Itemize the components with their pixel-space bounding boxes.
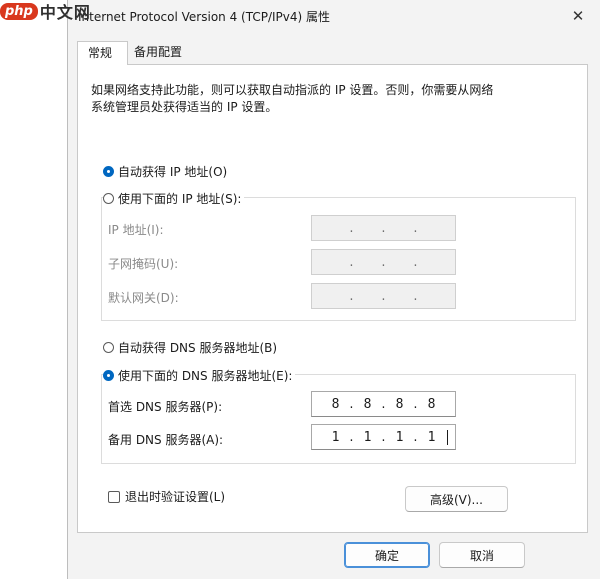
alternate-dns-input[interactable]: 1 . 1 . 1 . 1 <box>311 424 456 450</box>
ip-separator: . <box>413 288 418 304</box>
ip-separator: . <box>381 429 386 445</box>
ip-separator: . <box>381 254 386 270</box>
ip-octet: 1 <box>395 429 404 445</box>
manual-ip-radio[interactable] <box>103 193 114 204</box>
tab-general[interactable]: 常规 <box>77 41 128 65</box>
ip-octet: 8 <box>395 396 404 412</box>
subnet-mask-input[interactable]: . . . <box>311 249 456 275</box>
validate-settings-option[interactable]: 退出时验证设置(L) <box>108 488 225 505</box>
validate-settings-checkbox[interactable] <box>108 490 120 503</box>
close-button[interactable]: ✕ <box>563 3 593 29</box>
ip-octet: 8 <box>427 396 436 412</box>
ip-separator: . <box>413 429 418 445</box>
ip-octet: 8 <box>363 396 372 412</box>
preferred-dns-input[interactable]: 8 . 8 . 8 . 8 <box>311 391 456 417</box>
ipv4-properties-dialog: Internet Protocol Version 4 (TCP/IPv4) 属… <box>67 0 600 579</box>
ip-separator: . <box>381 220 386 236</box>
manual-dns-radio[interactable] <box>103 370 114 381</box>
ip-separator: . <box>381 288 386 304</box>
ip-separator: . <box>349 396 354 412</box>
ip-separator: . <box>349 220 354 236</box>
general-tab-panel: 如果网络支持此功能，则可以获取自动指派的 IP 设置。否则，你需要从网络系统管理… <box>77 64 588 533</box>
auto-dns-label: 自动获得 DNS 服务器地址(B) <box>118 341 278 355</box>
preferred-dns-label: 首选 DNS 服务器(P): <box>108 400 223 414</box>
ip-separator: . <box>413 396 418 412</box>
auto-dns-radio-option[interactable]: 自动获得 DNS 服务器地址(B) <box>103 339 281 356</box>
manual-ip-radio-option[interactable]: 使用下面的 IP 地址(S): <box>103 190 245 207</box>
close-icon: ✕ <box>571 7 585 25</box>
ip-separator: . <box>413 220 418 236</box>
auto-dns-radio[interactable] <box>103 342 114 353</box>
ip-octet: 1 <box>363 429 372 445</box>
auto-ip-radio[interactable] <box>103 166 114 177</box>
auto-ip-label: 自动获得 IP 地址(O) <box>118 165 228 179</box>
ip-separator: . <box>349 254 354 270</box>
ip-separator: . <box>413 254 418 270</box>
ok-button[interactable]: 确定 <box>344 542 430 568</box>
default-gateway-input[interactable]: . . . <box>311 283 456 309</box>
ip-address-input[interactable]: . . . <box>311 215 456 241</box>
dns-server-group <box>101 374 576 464</box>
subnet-mask-label: 子网掩码(U): <box>108 257 179 271</box>
cancel-button[interactable]: 取消 <box>439 542 525 568</box>
text-caret <box>447 430 448 445</box>
tab-alternate-configuration[interactable]: 备用配置 <box>128 41 194 64</box>
ip-octet: 1 <box>427 429 436 445</box>
ip-separator: . <box>381 396 386 412</box>
validate-settings-label: 退出时验证设置(L) <box>125 490 226 504</box>
ip-separator: . <box>349 429 354 445</box>
dialog-title: Internet Protocol Version 4 (TCP/IPv4) 属… <box>78 10 331 24</box>
site-watermark: php 中文网 <box>0 0 95 22</box>
ip-address-label: IP 地址(I): <box>108 223 164 237</box>
watermark-text: 中文网 <box>39 3 91 22</box>
php-logo: php <box>0 2 38 20</box>
manual-dns-label: 使用下面的 DNS 服务器地址(E): <box>118 369 293 383</box>
alternate-dns-label: 备用 DNS 服务器(A): <box>108 433 224 447</box>
title-bar: Internet Protocol Version 4 (TCP/IPv4) 属… <box>68 0 600 32</box>
ip-separator: . <box>349 288 354 304</box>
advanced-button[interactable]: 高级(V)... <box>405 486 508 512</box>
auto-ip-radio-option[interactable]: 自动获得 IP 地址(O) <box>103 163 231 180</box>
manual-dns-radio-option[interactable]: 使用下面的 DNS 服务器地址(E): <box>103 367 296 384</box>
ip-octet: 8 <box>331 396 340 412</box>
manual-ip-label: 使用下面的 IP 地址(S): <box>118 192 242 206</box>
description-text: 如果网络支持此功能，则可以获取自动指派的 IP 设置。否则，你需要从网络系统管理… <box>91 83 494 114</box>
ip-octet: 1 <box>331 429 340 445</box>
default-gateway-label: 默认网关(D): <box>108 291 179 305</box>
